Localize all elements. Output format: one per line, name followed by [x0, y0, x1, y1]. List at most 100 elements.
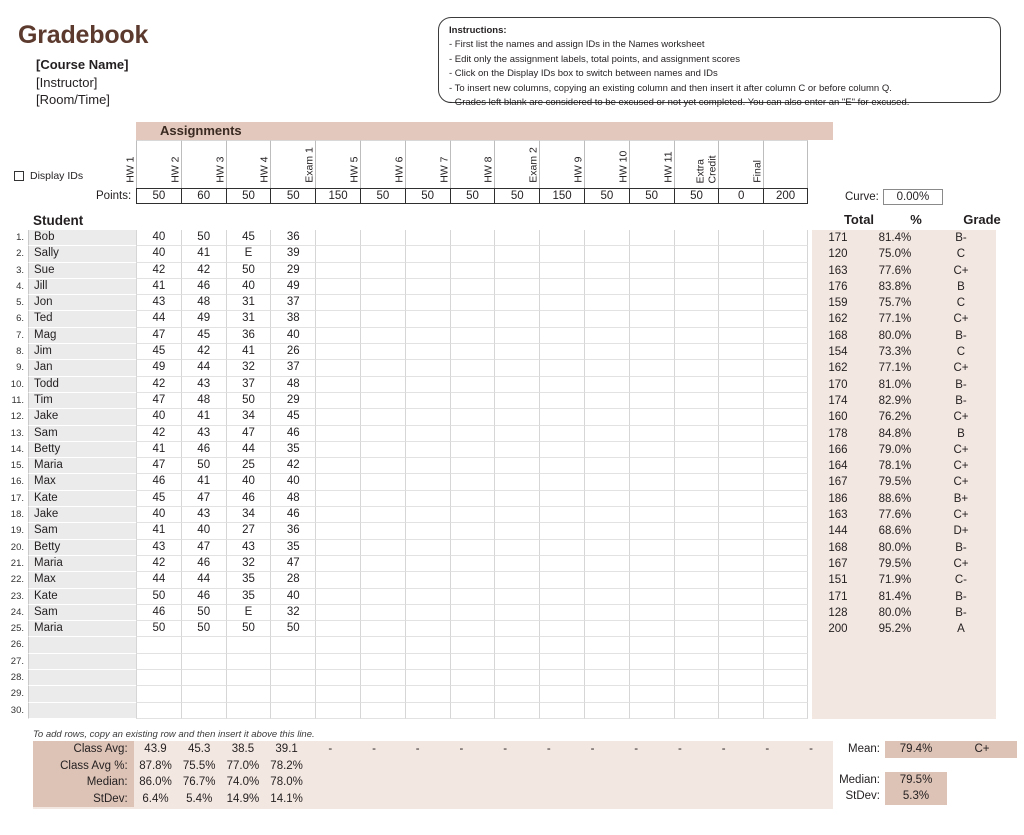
points-cell[interactable]: 50 — [405, 188, 450, 204]
score-cell[interactable] — [360, 344, 405, 360]
score-cell[interactable] — [405, 426, 450, 442]
score-cell[interactable] — [494, 605, 539, 621]
score-cell[interactable]: 41 — [181, 246, 226, 262]
score-cell[interactable] — [405, 589, 450, 605]
score-cell[interactable]: 45 — [136, 344, 181, 360]
score-cell[interactable]: 46 — [270, 507, 315, 523]
score-cell[interactable] — [539, 377, 584, 393]
score-cell[interactable] — [360, 230, 405, 246]
score-cell[interactable] — [584, 572, 629, 588]
score-cell[interactable] — [494, 360, 539, 376]
student-name-cell[interactable]: Jake — [28, 507, 136, 523]
score-cell[interactable] — [629, 686, 674, 702]
score-cell[interactable]: 41 — [226, 344, 271, 360]
score-cell[interactable]: 32 — [270, 605, 315, 621]
points-cell[interactable]: 50 — [270, 188, 315, 204]
score-cell[interactable] — [450, 556, 495, 572]
score-cell[interactable] — [763, 621, 808, 637]
score-cell[interactable] — [584, 263, 629, 279]
score-cell[interactable] — [763, 637, 808, 653]
score-cell[interactable] — [763, 572, 808, 588]
score-cell[interactable]: 37 — [226, 377, 271, 393]
score-cell[interactable]: 31 — [226, 295, 271, 311]
score-cell[interactable] — [405, 311, 450, 327]
score-cell[interactable] — [584, 311, 629, 327]
points-cell[interactable]: 0 — [718, 188, 763, 204]
score-cell[interactable]: 46 — [181, 589, 226, 605]
score-cell[interactable] — [674, 605, 719, 621]
score-cell[interactable] — [360, 654, 405, 670]
score-cell[interactable] — [584, 409, 629, 425]
score-cell[interactable] — [494, 295, 539, 311]
score-cell[interactable] — [629, 458, 674, 474]
score-cell[interactable] — [405, 637, 450, 653]
score-cell[interactable] — [360, 295, 405, 311]
score-cell[interactable]: 46 — [136, 474, 181, 490]
score-cell[interactable] — [450, 263, 495, 279]
score-cell[interactable]: 46 — [181, 556, 226, 572]
points-cell[interactable]: 50 — [584, 188, 629, 204]
score-cell[interactable] — [674, 556, 719, 572]
score-cell[interactable] — [136, 637, 181, 653]
score-cell[interactable] — [450, 507, 495, 523]
score-cell[interactable]: 25 — [226, 458, 271, 474]
score-cell[interactable] — [405, 621, 450, 637]
score-cell[interactable] — [763, 344, 808, 360]
score-cell[interactable] — [360, 393, 405, 409]
score-cell[interactable] — [360, 491, 405, 507]
score-cell[interactable] — [450, 703, 495, 719]
score-cell[interactable] — [360, 426, 405, 442]
score-cell[interactable] — [674, 637, 719, 653]
score-cell[interactable] — [226, 654, 271, 670]
score-cell[interactable]: 28 — [270, 572, 315, 588]
points-cell[interactable]: 50 — [494, 188, 539, 204]
score-cell[interactable] — [539, 540, 584, 556]
score-cell[interactable] — [494, 523, 539, 539]
student-name-cell[interactable]: Max — [28, 572, 136, 588]
score-cell[interactable] — [450, 377, 495, 393]
score-cell[interactable] — [674, 654, 719, 670]
score-cell[interactable] — [763, 246, 808, 262]
score-cell[interactable] — [270, 703, 315, 719]
score-cell[interactable] — [763, 540, 808, 556]
assignment-header-cell[interactable]: Final — [763, 140, 808, 188]
score-cell[interactable] — [136, 670, 181, 686]
score-cell[interactable] — [763, 377, 808, 393]
score-cell[interactable] — [405, 540, 450, 556]
score-cell[interactable] — [539, 507, 584, 523]
score-cell[interactable]: 42 — [136, 263, 181, 279]
score-cell[interactable] — [494, 621, 539, 637]
score-cell[interactable] — [315, 246, 360, 262]
score-cell[interactable]: 49 — [181, 311, 226, 327]
score-cell[interactable] — [181, 654, 226, 670]
score-cell[interactable]: 43 — [181, 377, 226, 393]
score-cell[interactable]: 44 — [136, 311, 181, 327]
score-cell[interactable] — [718, 295, 763, 311]
score-cell[interactable]: E — [226, 246, 271, 262]
score-cell[interactable] — [315, 621, 360, 637]
score-cell[interactable] — [360, 360, 405, 376]
points-cell[interactable]: 50 — [360, 188, 405, 204]
score-cell[interactable]: 37 — [270, 360, 315, 376]
score-cell[interactable] — [674, 589, 719, 605]
score-cell[interactable] — [450, 295, 495, 311]
score-cell[interactable] — [136, 654, 181, 670]
score-cell[interactable]: 34 — [226, 507, 271, 523]
score-cell[interactable] — [763, 556, 808, 572]
score-cell[interactable] — [763, 263, 808, 279]
score-cell[interactable] — [450, 572, 495, 588]
score-cell[interactable] — [450, 426, 495, 442]
score-cell[interactable] — [718, 426, 763, 442]
score-cell[interactable] — [270, 686, 315, 702]
score-cell[interactable] — [718, 474, 763, 490]
student-name-cell[interactable]: Sue — [28, 263, 136, 279]
score-cell[interactable]: 42 — [181, 344, 226, 360]
score-cell[interactable]: 42 — [136, 426, 181, 442]
score-cell[interactable] — [405, 393, 450, 409]
score-cell[interactable] — [763, 507, 808, 523]
checkbox-icon[interactable] — [14, 171, 24, 181]
student-name-cell[interactable]: Jan — [28, 360, 136, 376]
score-cell[interactable] — [315, 670, 360, 686]
score-cell[interactable] — [674, 523, 719, 539]
score-cell[interactable] — [450, 393, 495, 409]
